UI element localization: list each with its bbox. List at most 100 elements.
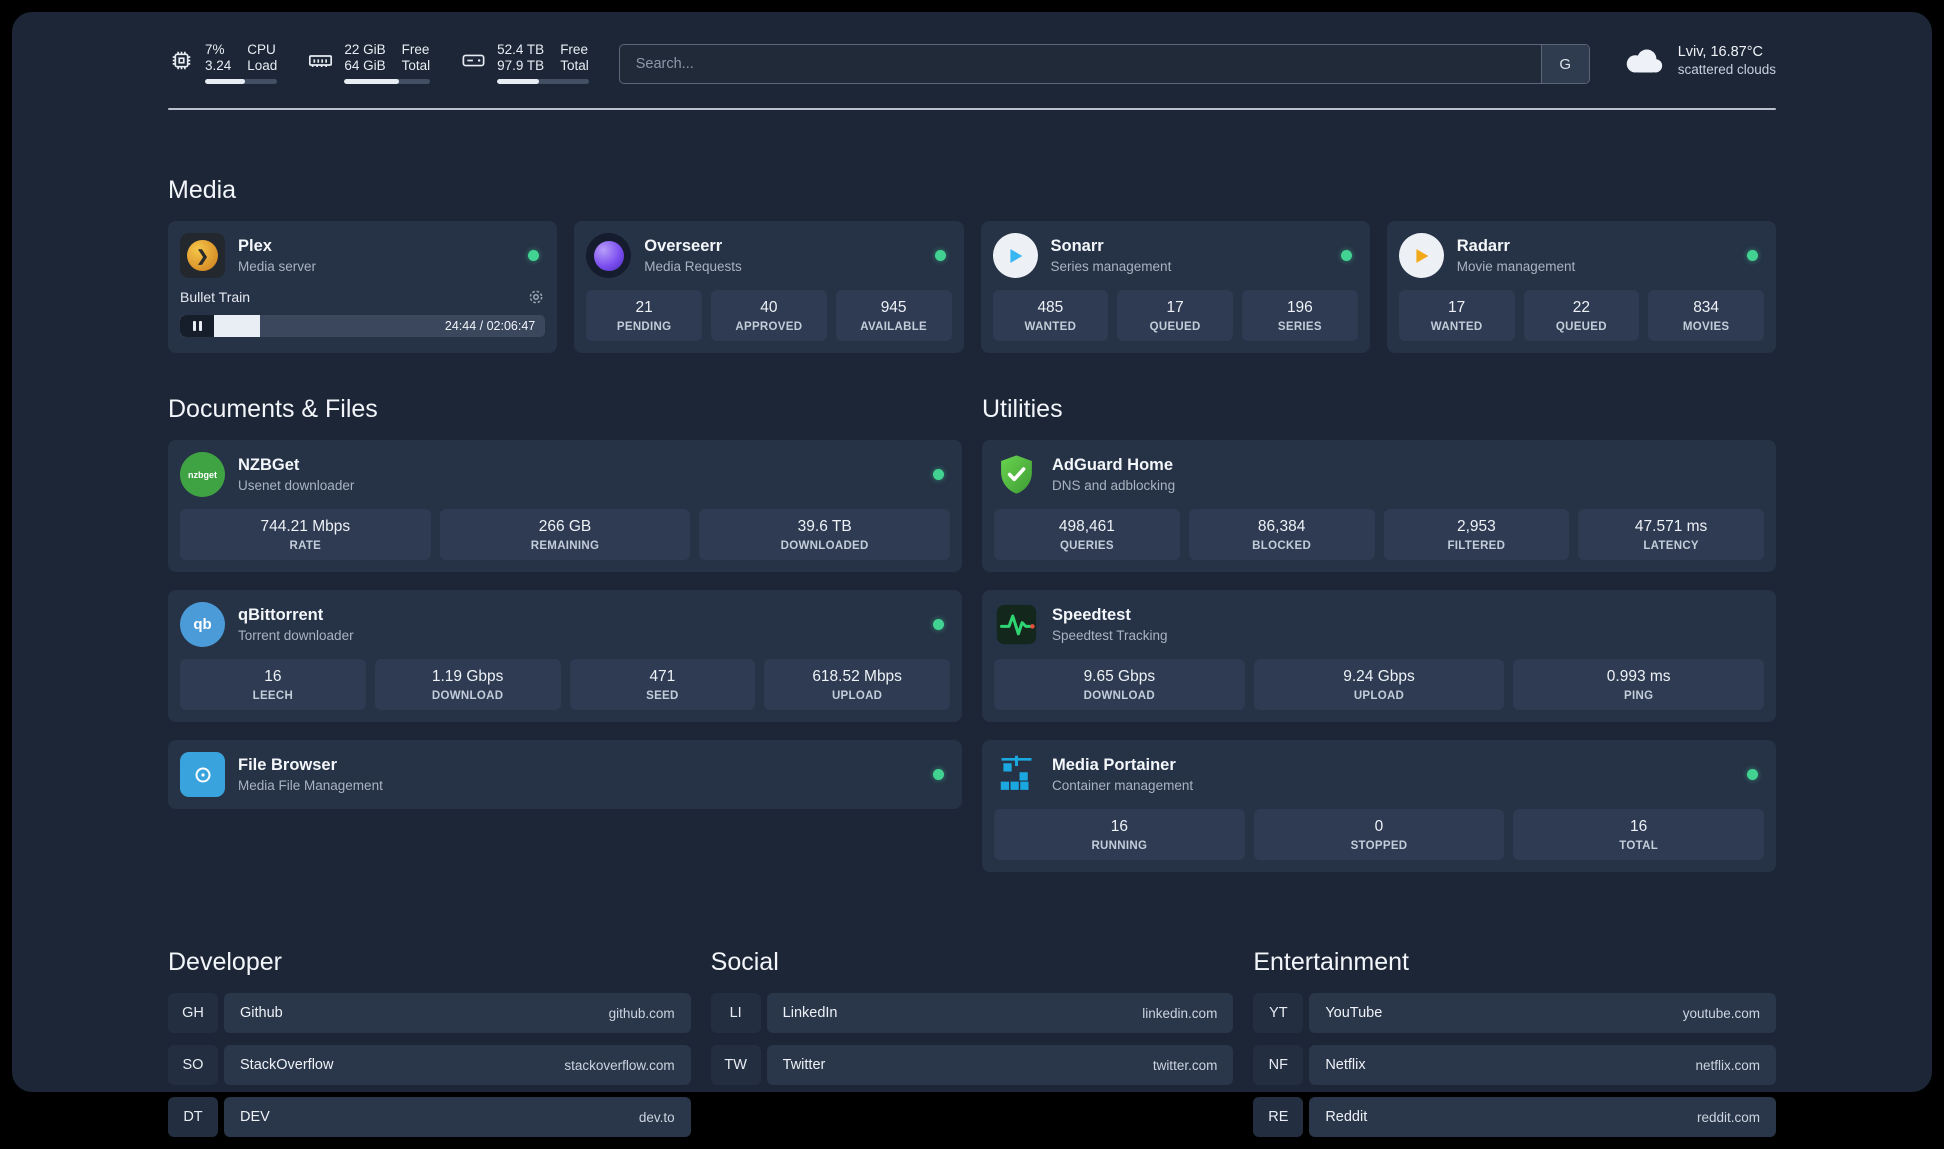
section-documents: Documents & Files nzbget NZBGet Usenet d… xyxy=(168,395,962,809)
memory-stats: 22 GiB Free 64 GiB Total xyxy=(344,42,430,84)
service-card-filebrowser[interactable]: File Browser Media File Management xyxy=(168,740,962,809)
stat-tile: 0.993 msPING xyxy=(1513,659,1764,710)
bookmark-reddit[interactable]: RE Reddit reddit.com xyxy=(1253,1097,1776,1137)
bookmark-name: DEV xyxy=(240,1109,270,1125)
status-dot xyxy=(933,469,944,480)
section-utilities: Utilities xyxy=(982,395,1776,872)
bookmark-linkedin[interactable]: LI LinkedIn linkedin.com xyxy=(711,993,1234,1033)
service-card-plex[interactable]: ❯ Plex Media server Bullet Train xyxy=(168,221,557,353)
plex-icon: ❯ xyxy=(180,233,225,278)
bookmark-url: netflix.com xyxy=(1695,1058,1760,1073)
stat-tile: 744.21 MbpsRATE xyxy=(180,509,431,560)
bookmark-url: stackoverflow.com xyxy=(564,1058,674,1073)
stat-tile: 17WANTED xyxy=(1399,290,1515,341)
portainer-icon xyxy=(994,752,1039,797)
service-subtitle: Torrent downloader xyxy=(238,628,354,643)
memory-widget: 22 GiB Free 64 GiB Total xyxy=(307,42,430,84)
stat-tile: 39.6 TBDOWNLOADED xyxy=(699,509,950,560)
weather-location: Lviv, 16.87°C xyxy=(1678,44,1776,60)
service-card-radarr[interactable]: Radarr Movie management 17WANTED 22QUEUE… xyxy=(1387,221,1776,353)
pause-button[interactable] xyxy=(180,315,214,337)
service-card-qbittorrent[interactable]: qb qBittorrent Torrent downloader 16LEEC… xyxy=(168,590,962,722)
stat-tile: 9.24 GbpsUPLOAD xyxy=(1254,659,1505,710)
memory-total-label: Total xyxy=(402,58,431,73)
disk-progress-fill xyxy=(497,79,539,84)
service-subtitle: Speedtest Tracking xyxy=(1052,628,1168,643)
status-dot xyxy=(1747,250,1758,261)
cpu-progress-bar xyxy=(205,79,277,84)
filebrowser-icon xyxy=(180,752,225,797)
bookmark-github[interactable]: GH Github github.com xyxy=(168,993,691,1033)
bookmark-abbr: LI xyxy=(711,993,761,1033)
stat-tile: 471SEED xyxy=(570,659,756,710)
bookmark-url: youtube.com xyxy=(1683,1006,1760,1021)
disk-icon xyxy=(460,47,487,74)
status-dot xyxy=(528,250,539,261)
stat-tile: 266 GBREMAINING xyxy=(440,509,691,560)
topbar-divider xyxy=(168,108,1776,110)
search-input[interactable] xyxy=(620,45,1541,83)
service-subtitle: Series management xyxy=(1051,259,1172,274)
bookmark-name: Reddit xyxy=(1325,1109,1367,1125)
bookmark-dev[interactable]: DT DEV dev.to xyxy=(168,1097,691,1137)
status-dot xyxy=(1747,769,1758,780)
service-card-portainer[interactable]: Media Portainer Container management 16R… xyxy=(982,740,1776,872)
nzbget-icon: nzbget xyxy=(180,452,225,497)
service-subtitle: Media File Management xyxy=(238,778,383,793)
service-card-sonarr[interactable]: Sonarr Series management 485WANTED 17QUE… xyxy=(981,221,1370,353)
stat-tile: 2,953FILTERED xyxy=(1384,509,1570,560)
bookmark-stackoverflow[interactable]: SO StackOverflow stackoverflow.com xyxy=(168,1045,691,1085)
bookmarks: Developer GH Github github.com SO StackO… xyxy=(168,948,1776,1149)
stat-tile: 40APPROVED xyxy=(711,290,827,341)
service-card-speedtest[interactable]: Speedtest Speedtest Tracking 9.65 GbpsDO… xyxy=(982,590,1776,722)
disk-free-label: Free xyxy=(560,42,589,57)
bookmark-twitter[interactable]: TW Twitter twitter.com xyxy=(711,1045,1234,1085)
dashboard: 7% CPU 3.24 Load 22 GiB Free 64 GiB Tota… xyxy=(12,12,1932,1092)
cloud-icon xyxy=(1620,45,1666,77)
stat-tile: 16RUNNING xyxy=(994,809,1245,860)
weather-condition: scattered clouds xyxy=(1678,62,1776,77)
search-engine-button[interactable]: G xyxy=(1541,45,1589,83)
service-subtitle: Usenet downloader xyxy=(238,478,354,493)
section-title-documents: Documents & Files xyxy=(168,395,962,424)
memory-free: 22 GiB xyxy=(344,42,385,57)
gear-icon[interactable] xyxy=(527,288,545,306)
service-card-overseerr[interactable]: Overseerr Media Requests 21PENDING 40APP… xyxy=(574,221,963,353)
stat-tile: 618.52 MbpsUPLOAD xyxy=(764,659,950,710)
bookmark-netflix[interactable]: NF Netflix netflix.com xyxy=(1253,1045,1776,1085)
bookmark-youtube[interactable]: YT YouTube youtube.com xyxy=(1253,993,1776,1033)
stat-tile: 1.19 GbpsDOWNLOAD xyxy=(375,659,561,710)
playback-progress-bar[interactable]: 24:44 / 02:06:47 xyxy=(180,315,545,337)
disk-widget: 52.4 TB Free 97.9 TB Total xyxy=(460,42,589,84)
cpu-label: CPU xyxy=(247,42,277,57)
cpu-load-label: Load xyxy=(247,58,277,73)
radarr-icon xyxy=(1399,233,1444,278)
bookmark-url: linkedin.com xyxy=(1142,1006,1217,1021)
service-subtitle: Media Requests xyxy=(644,259,742,274)
memory-icon xyxy=(307,47,334,74)
overseerr-icon xyxy=(586,233,631,278)
bookmark-abbr: RE xyxy=(1253,1097,1303,1137)
stat-tile: 47.571 msLATENCY xyxy=(1578,509,1764,560)
disk-total-label: Total xyxy=(560,58,589,73)
service-name: AdGuard Home xyxy=(1052,456,1175,475)
stat-tile: 834MOVIES xyxy=(1648,290,1764,341)
disk-stats: 52.4 TB Free 97.9 TB Total xyxy=(497,42,589,84)
memory-progress-fill xyxy=(344,79,399,84)
bookmark-abbr: SO xyxy=(168,1045,218,1085)
search-bar: G xyxy=(619,44,1590,84)
bookmark-name: YouTube xyxy=(1325,1005,1382,1021)
service-card-adguard[interactable]: AdGuard Home DNS and adblocking 498,461Q… xyxy=(982,440,1776,572)
service-name: qBittorrent xyxy=(238,606,354,625)
now-playing-widget: Bullet Train 24:44 / 02:06:47 xyxy=(180,288,545,337)
stat-tile: 485WANTED xyxy=(993,290,1109,341)
stat-tile: 16LEECH xyxy=(180,659,366,710)
bookmark-name: StackOverflow xyxy=(240,1057,333,1073)
service-card-nzbget[interactable]: nzbget NZBGet Usenet downloader 744.21 M… xyxy=(168,440,962,572)
memory-total: 64 GiB xyxy=(344,58,385,73)
section-title-media: Media xyxy=(168,176,1776,205)
disk-progress-bar xyxy=(497,79,589,84)
service-subtitle: Container management xyxy=(1052,778,1193,793)
bookmark-url: twitter.com xyxy=(1153,1058,1218,1073)
stat-tile: 86,384BLOCKED xyxy=(1189,509,1375,560)
